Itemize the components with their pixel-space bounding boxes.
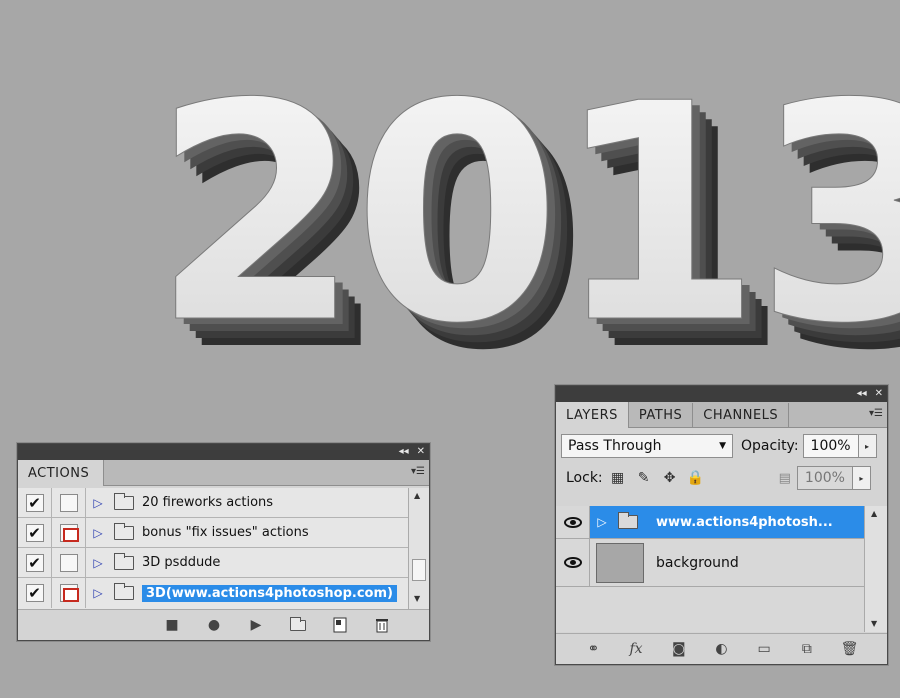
layers-scrollbar[interactable]: ▲ ▼: [864, 506, 887, 632]
layers-toolbar: ⚭ fx ◙ ◐ ▭ ⧉ 🗑: [556, 633, 887, 664]
tab-channels[interactable]: CHANNELS: [693, 403, 790, 427]
actions-titlebar: ◂◂ ✕: [18, 444, 429, 460]
layers-list: ▷ www.actions4photosh... background: [556, 506, 864, 632]
action-set-name: 3D psddude: [142, 555, 221, 570]
artwork-face-text: 2013: [152, 40, 900, 380]
scroll-up-icon[interactable]: ▲: [871, 509, 877, 518]
new-set-folder-icon[interactable]: [288, 615, 308, 635]
trash-icon: [376, 619, 388, 633]
stop-icon[interactable]: ■: [162, 615, 182, 635]
artwork-canvas: 2013 2013 2013 2013 2013: [152, 40, 900, 381]
fill-input[interactable]: 100%: [796, 466, 853, 490]
action-set-name: bonus "fix issues" actions: [142, 525, 309, 540]
visibility-toggle[interactable]: [556, 539, 590, 586]
expand-arrow-icon[interactable]: ▷: [590, 515, 614, 529]
blend-mode-value: Pass Through: [568, 438, 662, 454]
layer-row-group[interactable]: ▷ www.actions4photosh...: [556, 506, 864, 539]
action-row[interactable]: ✔ ▷ bonus "fix issues" actions: [18, 517, 408, 548]
lock-options-row: Lock: ▦ ✎ ✥ 🔒 ▤ 100% ▸: [556, 462, 887, 494]
layer-group-main[interactable]: ▷ www.actions4photosh...: [590, 506, 864, 538]
new-page-icon: [333, 617, 347, 633]
expand-arrow-icon[interactable]: ▷: [86, 556, 110, 570]
fx-icon[interactable]: fx: [626, 639, 646, 659]
action-row[interactable]: ✔ ▷ 3D psddude: [18, 547, 408, 578]
layer-row[interactable]: background: [556, 539, 864, 587]
delete-icon[interactable]: [372, 615, 392, 635]
layer-name: www.actions4photosh...: [656, 514, 833, 530]
scroll-up-icon[interactable]: ▲: [414, 491, 420, 500]
folder-icon: [290, 616, 306, 631]
collapse-panel-icon[interactable]: ◂◂: [399, 447, 409, 457]
record-icon[interactable]: ●: [204, 615, 224, 635]
opacity-input[interactable]: 100%: [802, 434, 859, 458]
lock-all-icon[interactable]: 🔒: [687, 469, 705, 487]
lock-brush-icon[interactable]: ✎: [635, 469, 653, 487]
blend-mode-select[interactable]: Pass Through ▼: [561, 434, 733, 458]
visibility-toggle[interactable]: [556, 506, 590, 538]
adjustment-layer-icon[interactable]: ◐: [711, 639, 731, 659]
panel-menu-icon[interactable]: ▾☰: [411, 466, 425, 477]
actions-toolbar: ■ ● ▶: [18, 609, 429, 640]
play-icon[interactable]: ▶: [246, 615, 266, 635]
layers-tabstrip: LAYERS PATHS CHANNELS ▾☰: [556, 402, 887, 428]
toggle-dialog-box[interactable]: [59, 493, 78, 512]
toggle-item-checkbox[interactable]: ✔: [25, 584, 44, 602]
action-set-name: 3D(www.actions4photoshop.com): [142, 584, 397, 602]
layers-titlebar: ◂◂ ✕: [556, 386, 887, 402]
scroll-thumb[interactable]: [412, 559, 426, 581]
toggle-dialog-box[interactable]: [59, 553, 78, 572]
eye-icon: [563, 557, 582, 568]
blend-options-row: Pass Through ▼ Opacity: 100% ▸: [556, 430, 887, 462]
eye-icon: [563, 516, 582, 528]
action-set-name: 20 fireworks actions: [142, 495, 274, 510]
trash-icon[interactable]: 🗑: [840, 639, 860, 659]
actions-panel: ◂◂ ✕ ACTIONS ▾☰ ✔ ▷ 20 fireworks actions…: [17, 443, 430, 641]
new-action-icon[interactable]: [330, 615, 350, 635]
artwork-2013: 2013 2013 2013 2013 2013: [0, 0, 900, 381]
tab-layers[interactable]: LAYERS: [556, 402, 629, 428]
link-layers-icon[interactable]: ⚭: [583, 639, 603, 659]
lock-transparent-icon[interactable]: ▦: [609, 469, 627, 487]
scroll-down-icon[interactable]: ▼: [871, 619, 877, 628]
opacity-stepper[interactable]: ▸: [858, 434, 877, 458]
toggle-item-checkbox[interactable]: ✔: [25, 493, 44, 512]
chevron-down-icon: ▼: [719, 441, 726, 451]
lock-label: Lock:: [566, 470, 603, 486]
toggle-item-checkbox[interactable]: ✔: [25, 553, 44, 572]
collapse-panel-icon[interactable]: ◂◂: [857, 389, 867, 399]
fill-stepper[interactable]: ▸: [852, 466, 871, 490]
actions-tabstrip: ACTIONS ▾☰: [18, 460, 429, 486]
expand-arrow-icon[interactable]: ▷: [86, 586, 110, 600]
expand-arrow-icon[interactable]: ▷: [86, 496, 110, 510]
folder-icon: [114, 492, 134, 510]
tab-paths[interactable]: PATHS: [629, 403, 694, 427]
expand-arrow-icon[interactable]: ▷: [86, 526, 110, 540]
layer-mask-icon[interactable]: ◙: [669, 639, 689, 659]
folder-icon: [114, 583, 134, 600]
folder-icon: [114, 522, 134, 540]
folder-icon: [114, 552, 134, 570]
actions-list: ✔ ▷ 20 fireworks actions ✔ ▷ bonus "fix …: [18, 487, 408, 609]
tab-actions[interactable]: ACTIONS: [18, 460, 104, 486]
fill-icon: ▤: [778, 470, 791, 486]
actions-scrollbar[interactable]: ▲ ▼: [408, 488, 429, 609]
layer-name: background: [656, 554, 739, 571]
action-row[interactable]: ✔ ▷ 20 fireworks actions: [18, 487, 408, 518]
panel-menu-icon[interactable]: ▾☰: [869, 408, 883, 419]
action-row-selected[interactable]: ✔ ▷ 3D(www.actions4photoshop.com): [18, 578, 408, 608]
toggle-item-checkbox[interactable]: ✔: [25, 523, 44, 542]
layer-thumbnail: [596, 542, 644, 583]
toggle-dialog-box[interactable]: [59, 523, 79, 542]
layers-panel: ◂◂ ✕ LAYERS PATHS CHANNELS ▾☰ Pass Throu…: [555, 385, 888, 665]
opacity-label: Opacity:: [741, 438, 799, 454]
close-panel-icon[interactable]: ✕: [417, 447, 425, 457]
new-group-icon[interactable]: ▭: [754, 639, 774, 659]
toggle-dialog-box[interactable]: [59, 584, 79, 602]
new-layer-icon[interactable]: ⧉: [797, 639, 817, 659]
lock-move-icon[interactable]: ✥: [661, 469, 679, 487]
folder-icon: [618, 512, 638, 529]
close-panel-icon[interactable]: ✕: [875, 389, 883, 399]
scroll-down-icon[interactable]: ▼: [414, 594, 420, 603]
